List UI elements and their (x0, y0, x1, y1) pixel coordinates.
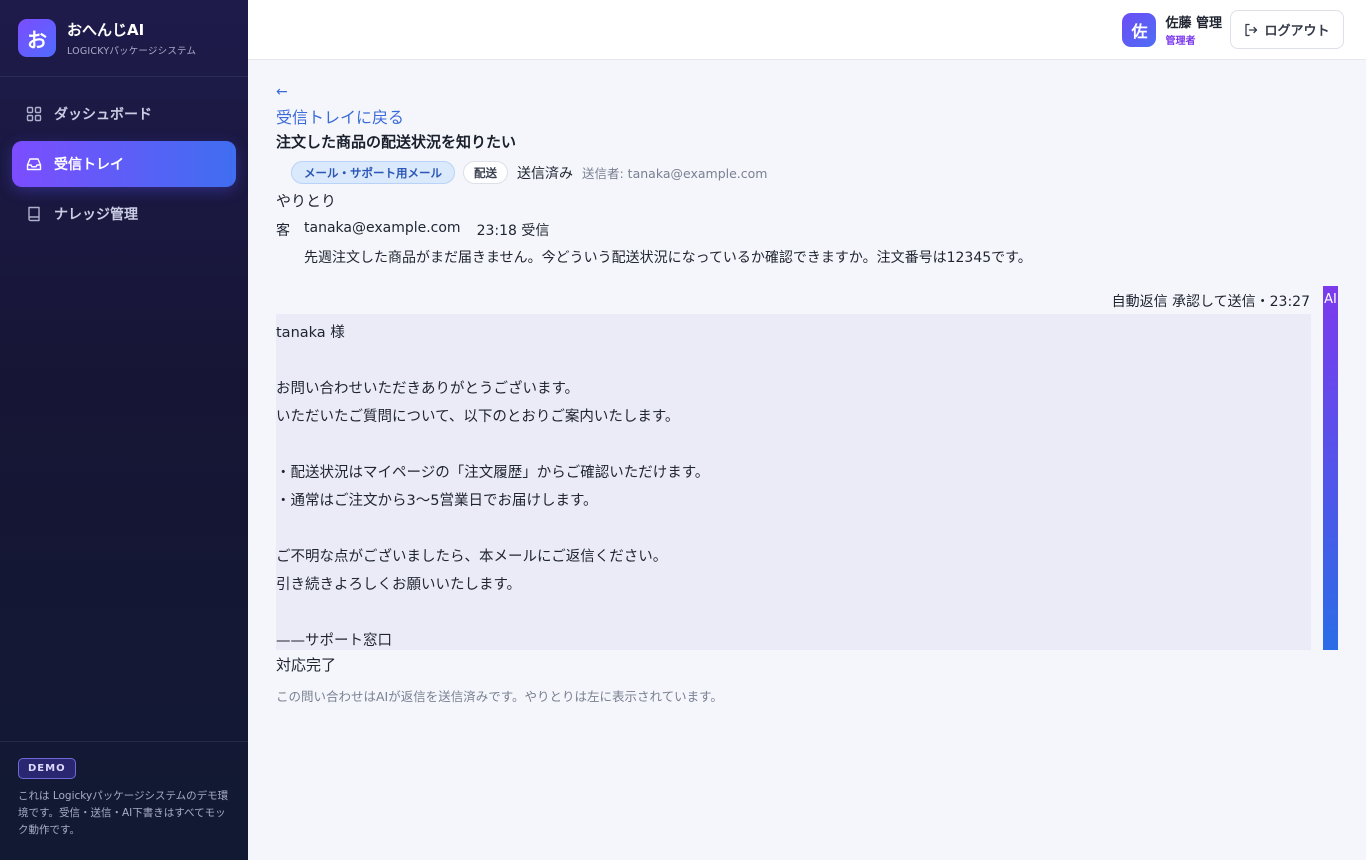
top-header: 佐 佐藤 管理 管理者 ログアウト (248, 0, 1366, 60)
reply-line (276, 431, 1311, 459)
sidebar-item-label: ダッシュボード (54, 107, 152, 123)
user-info: 佐藤 管理 管理者 (1165, 12, 1222, 47)
reply-line: tanaka 様 (276, 325, 345, 341)
customer-message-header: 客 tanaka@example.com 23:18 受信 (276, 220, 549, 240)
message-time: 23:18 受信 (476, 223, 550, 239)
reply-line (276, 515, 1311, 543)
sidebar-item-label: ナレッジ管理 (54, 207, 138, 223)
reply-line (276, 347, 1311, 375)
sender-text: 送信者: tanaka@example.com (582, 166, 768, 181)
customer-message-body: 先週注文した商品がまだ届きません。今どういう配送状況になっているか確認できますか… (304, 250, 1032, 266)
user-name: 佐藤 管理 (1165, 16, 1222, 31)
sidebar-nav: ダッシュボード 受信トレイ ナレッジ管理 (0, 77, 248, 255)
sidebar-item-dashboard[interactable]: ダッシュボード (12, 91, 236, 137)
brand-text: おへんじAI LOGICKYパッケージシステム (67, 19, 196, 57)
reply-line: 引き続きよろしくお願いいたします。 (276, 577, 522, 593)
channel-badge: メール・サポート用メール (291, 161, 455, 184)
avatar: 佐 (1122, 12, 1157, 47)
reply-line: ご不明な点がございましたら、本メールにご返信ください。 (276, 549, 668, 565)
grid-icon (26, 106, 42, 122)
ticket-meta: メール・サポート用メール 配送 送信済み 送信者: tanaka@example… (291, 161, 767, 184)
ai-reply-body: tanaka 様 お問い合わせいただきありがとうございます。 いただいたご質問に… (276, 314, 1311, 650)
message-from: tanaka@example.com (304, 220, 461, 236)
logout-label: ログアウト (1264, 24, 1330, 39)
message-sender-type: 客 (276, 223, 290, 239)
reply-line: ・通常はご注文から3〜5営業日でお届けします。 (276, 493, 598, 509)
logout-icon (1244, 23, 1258, 37)
conversation-heading: やりとり (276, 192, 337, 210)
sidebar-item-inbox[interactable]: 受信トレイ (12, 141, 236, 187)
reply-line: ——サポート窓口 (276, 633, 392, 649)
user-role: 管理者 (1165, 36, 1196, 47)
ai-indicator-bar: AI (1323, 286, 1338, 650)
page-title: 注文した商品の配送状況を知りたい (276, 133, 517, 151)
brand-subtitle: LOGICKYパッケージシステム (67, 46, 197, 57)
logout-button[interactable]: ログアウト (1230, 10, 1344, 49)
sidebar-item-knowledge[interactable]: ナレッジ管理 (12, 191, 236, 237)
reply-line: いただいたご質問について、以下のとおりご案内いたします。 (276, 409, 680, 425)
brand-logo: お (18, 19, 56, 57)
sidebar-item-label: 受信トレイ (54, 157, 124, 173)
reply-line: ・配送状況はマイページの「注文履歴」からご確認いただけます。 (276, 465, 710, 481)
inbox-icon (26, 156, 42, 172)
resolution-status: 対応完了 (276, 656, 337, 674)
reply-line: お問い合わせいただきありがとうございます。 (276, 381, 580, 397)
demo-badge: DEMO (18, 758, 76, 779)
brand-name: おへんじAI (67, 21, 145, 39)
back-arrow-icon[interactable]: ← (276, 84, 288, 100)
category-badge: 配送 (463, 161, 508, 184)
book-icon (26, 206, 42, 222)
back-to-inbox-link[interactable]: 受信トレイに戻る (276, 104, 404, 128)
sidebar: お おへんじAI LOGICKYパッケージシステム ダッシュボード 受信トレイ (0, 0, 248, 860)
demo-notice: DEMO これは Logickyパッケージシステムのデモ環境です。受信・送信・A… (0, 741, 248, 860)
brand: お おへんじAI LOGICKYパッケージシステム (0, 0, 248, 77)
ai-label: AI (1324, 292, 1337, 307)
user-profile: 佐 佐藤 管理 管理者 (1122, 12, 1222, 47)
status-text: 送信済み (517, 165, 573, 182)
demo-text: これは Logickyパッケージシステムのデモ環境です。受信・送信・AI下書きは… (18, 790, 229, 836)
reply-meta: 自動返信 承認して送信・23:27 (1111, 294, 1310, 310)
resolution-note: この問い合わせはAIが返信を送信済みです。やりとりは左に表示されています。 (276, 689, 723, 704)
reply-line (276, 599, 1311, 627)
